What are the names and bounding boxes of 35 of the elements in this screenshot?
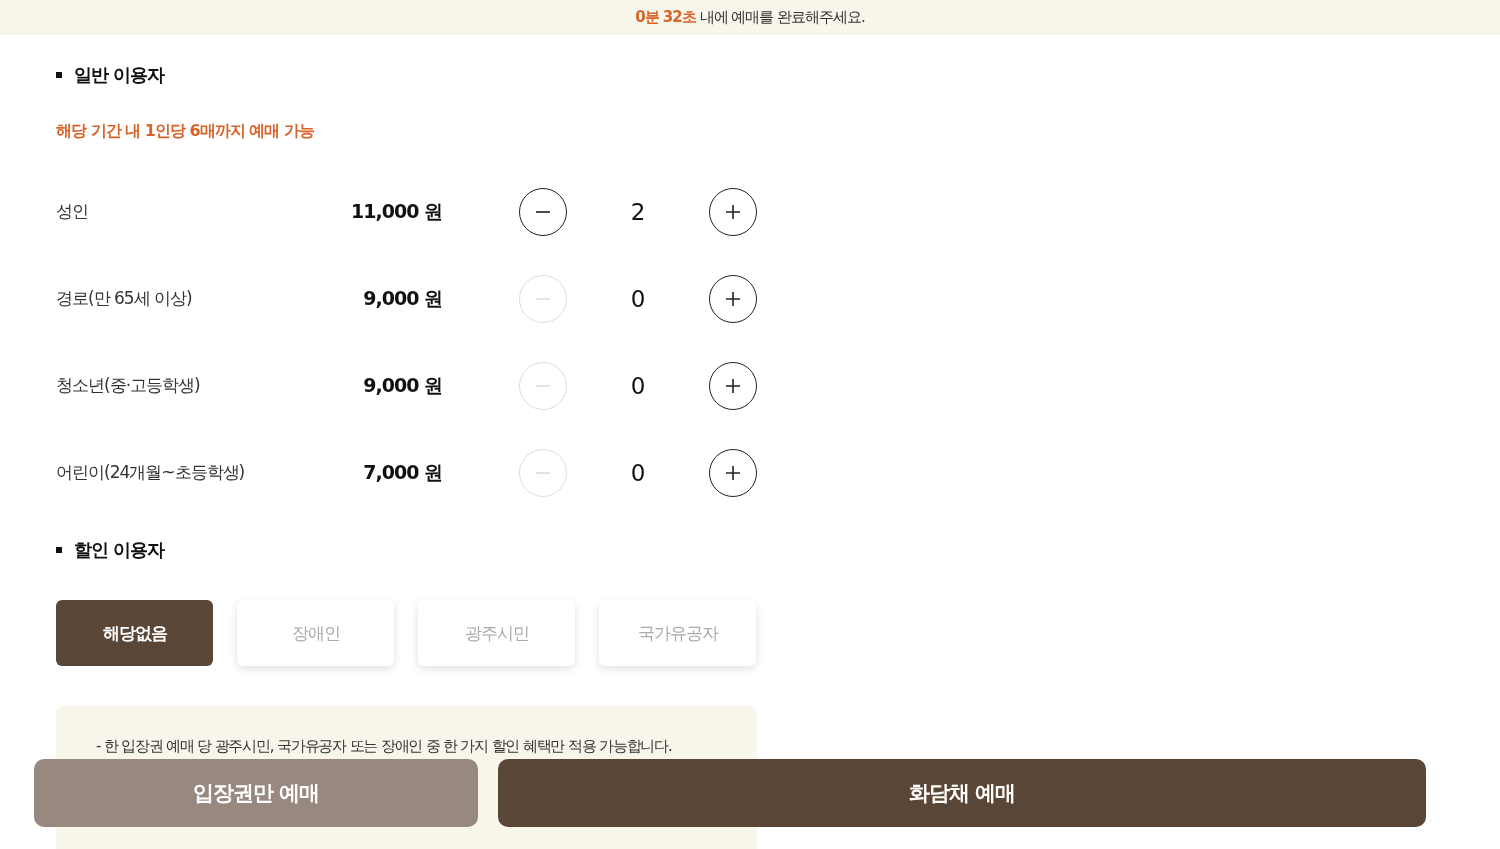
- discount-option[interactable]: 국가유공자: [599, 600, 756, 666]
- ticket-type: 성인: [56, 200, 89, 223]
- plus-icon: [725, 290, 741, 307]
- plus-icon: [725, 377, 741, 394]
- ticket-count: 0: [629, 372, 647, 399]
- ticket-count: 0: [629, 459, 647, 486]
- ticket-price: 7,000 원: [362, 459, 442, 485]
- limit-note: 해당 기간 내 1인당 6매까지 예매 가능: [56, 121, 315, 142]
- bullet-icon: [56, 547, 62, 553]
- discount-option[interactable]: 장애인: [237, 600, 394, 666]
- plus-button[interactable]: [709, 448, 757, 497]
- ticket-type: 경로(만 65세 이상): [56, 287, 193, 310]
- ticket-price: 9,000 원: [362, 285, 442, 311]
- booking-button[interactable]: 입장권만 예매: [34, 759, 478, 827]
- bullet-icon: [56, 72, 62, 78]
- ticket-count: 0: [629, 285, 647, 312]
- plus-icon: [725, 203, 741, 220]
- discount-option[interactable]: 광주시민: [418, 600, 575, 666]
- section-title: 할인 이용자: [74, 538, 165, 562]
- plus-button[interactable]: [709, 187, 757, 236]
- minus-button[interactable]: [519, 187, 567, 236]
- ticket-type: 어린이(24개월~초등학생): [56, 461, 246, 484]
- plus-icon: [725, 464, 741, 481]
- ticket-price: 9,000 원: [362, 372, 442, 398]
- ticket-price: 11,000 원: [350, 198, 442, 224]
- plus-button[interactable]: [709, 274, 757, 323]
- notice-text: - 한 입장권 예매 당 광주시민, 국가유공자 또는 장애인 중 한 가지 할인 혜택만 적용 가능합니다.: [96, 737, 672, 755]
- timer-message: 0분 32초 내에 예매를 완료해주세요.: [635, 8, 865, 27]
- booking-button[interactable]: 화담채 예매: [498, 759, 1426, 827]
- plus-button[interactable]: [709, 361, 757, 410]
- section-title: 일반 이용자: [74, 63, 165, 87]
- discount-option[interactable]: 해당없음: [56, 600, 213, 666]
- ticket-count: 2: [629, 198, 647, 225]
- minus-icon: [535, 210, 551, 213]
- ticket-type: 청소년(중·고등학생): [56, 374, 201, 397]
